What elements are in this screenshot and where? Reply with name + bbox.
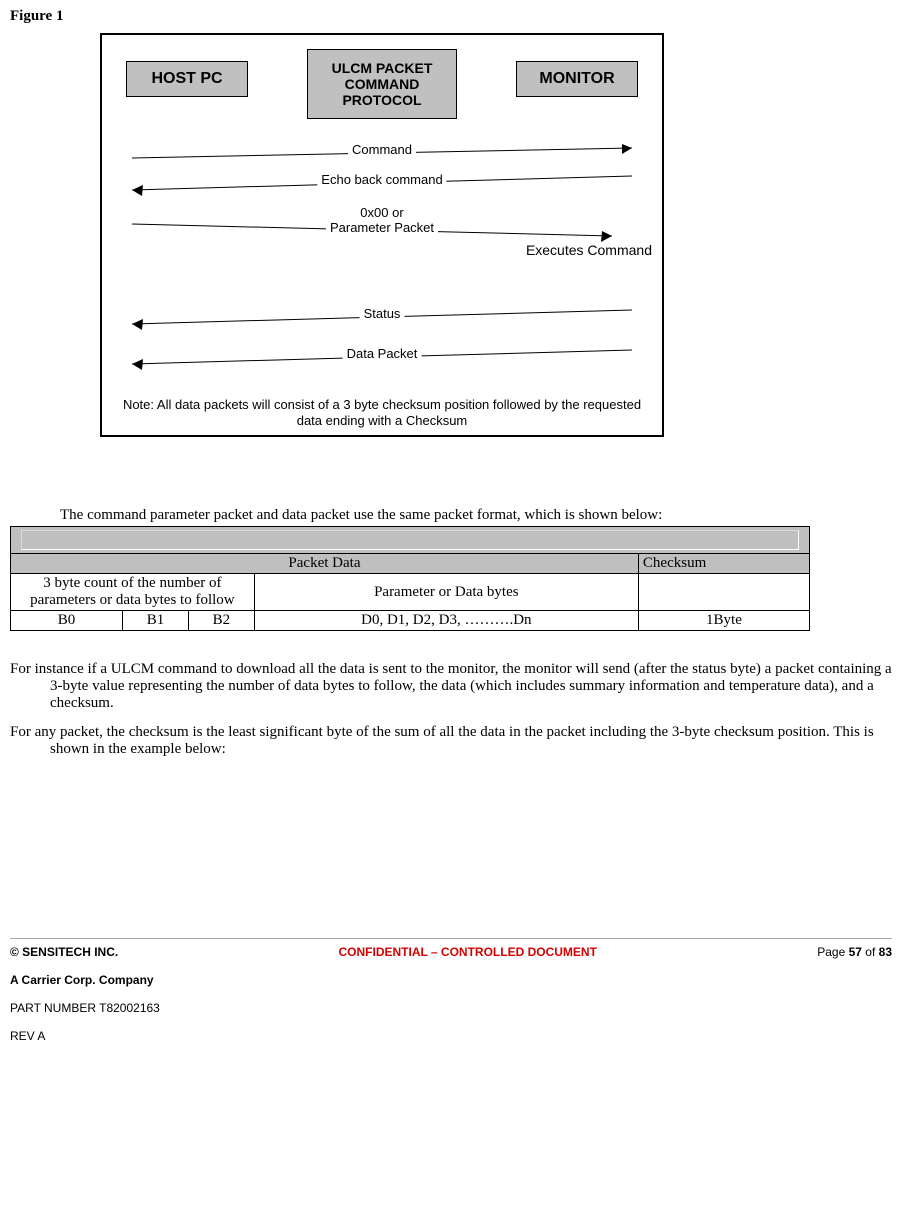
arrow-data: Data Packet bbox=[132, 342, 632, 372]
footer-company: © SENSITECH INC. bbox=[10, 945, 118, 959]
arrow-param: 0x00 or Parameter Packet bbox=[132, 212, 632, 242]
arrow-status-label: Status bbox=[360, 306, 405, 321]
monitor-box: MONITOR bbox=[516, 61, 638, 97]
td-b2: B2 bbox=[188, 611, 254, 631]
page-footer: © SENSITECH INC. CONFIDENTIAL – CONTROLL… bbox=[0, 938, 902, 1043]
figure-note: Note: All data packets will consist of a… bbox=[122, 397, 642, 430]
para-checksum: For any packet, the checksum is the leas… bbox=[10, 724, 892, 758]
td-ck: 1Byte bbox=[638, 611, 809, 631]
host-box: HOST PC bbox=[126, 61, 248, 97]
th-checksum: Checksum bbox=[638, 554, 809, 574]
arrow-data-label: Data Packet bbox=[343, 346, 422, 361]
arrow-command-label: Command bbox=[348, 142, 416, 157]
footer-rev: REV A bbox=[10, 1029, 892, 1043]
arrow-param-label-l2: Parameter Packet bbox=[330, 221, 434, 236]
figure-title: Figure 1 bbox=[10, 8, 892, 25]
td-b1: B1 bbox=[123, 611, 189, 631]
arrow-echo: Echo back command bbox=[132, 168, 632, 198]
arrow-param-label: 0x00 or Parameter Packet bbox=[326, 206, 438, 236]
footer-confidential: CONFIDENTIAL – CONTROLLED DOCUMENT bbox=[338, 945, 596, 959]
para-instance: For instance if a ULCM command to downlo… bbox=[10, 661, 892, 712]
th-packet-data: Packet Data bbox=[11, 554, 639, 574]
intro-paragraph: The command parameter packet and data pa… bbox=[10, 507, 892, 524]
arrow-status: Status bbox=[132, 302, 632, 332]
protocol-box: ULCM PACKET COMMAND PROTOCOL bbox=[307, 49, 457, 119]
arrow-echo-label: Echo back command bbox=[317, 172, 446, 187]
footer-part: PART NUMBER T82002163 bbox=[10, 1001, 892, 1015]
arrow-command: Command bbox=[132, 138, 632, 168]
td-count-desc: 3 byte count of the number of parameters… bbox=[11, 574, 255, 611]
footer-page: Page 57 of 83 bbox=[817, 945, 892, 959]
footer-carrier: A Carrier Corp. Company bbox=[10, 973, 892, 987]
td-dn: D0, D1, D2, D3, ……….Dn bbox=[254, 611, 638, 631]
arrow-param-label-l1: 0x00 or bbox=[330, 206, 434, 221]
td-param-desc: Parameter or Data bytes bbox=[254, 574, 638, 611]
executes-label: Executes Command bbox=[526, 242, 652, 258]
td-b0: B0 bbox=[11, 611, 123, 631]
figure-diagram: HOST PC ULCM PACKET COMMAND PROTOCOL MON… bbox=[100, 33, 664, 437]
packet-format-table: Packet Data Checksum 3 byte count of the… bbox=[10, 526, 810, 631]
